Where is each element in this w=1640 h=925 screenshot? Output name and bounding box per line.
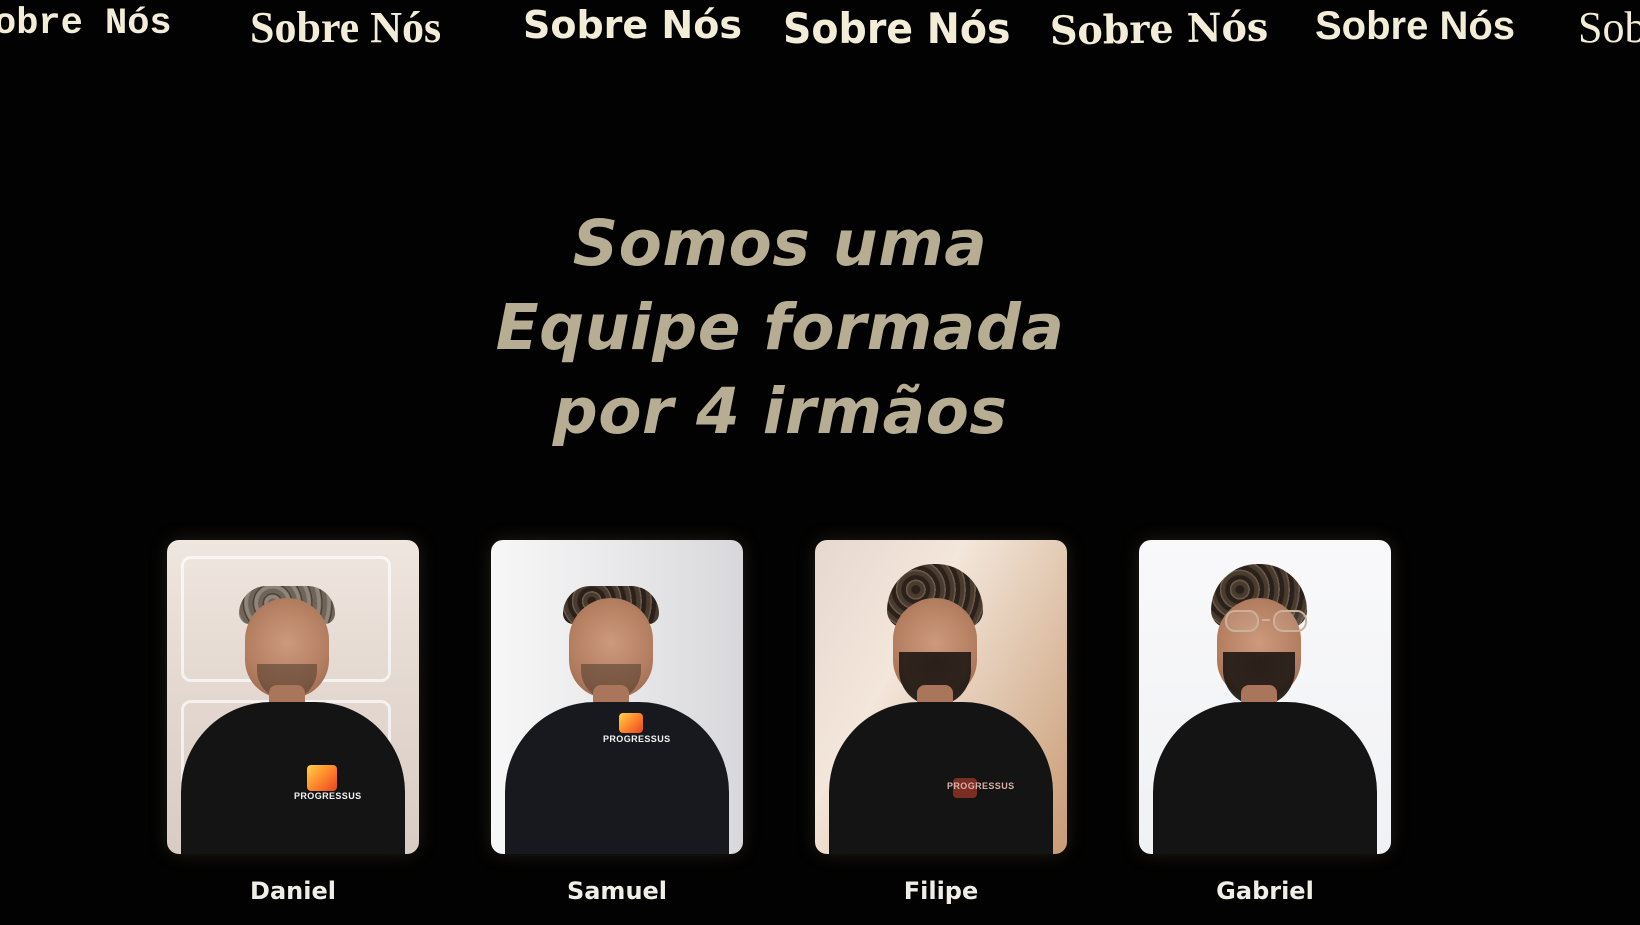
about-marquee: obre Nós Sobre Nós Sobre Nós Sobre Nós S… — [0, 0, 1640, 70]
about-page: obre Nós Sobre Nós Sobre Nós Sobre Nós S… — [0, 0, 1640, 925]
shirt-logo-text: PROGRESSUS — [603, 734, 671, 744]
team-member-card: PROGRESSUS Samuel — [491, 540, 743, 925]
logo-badge-icon — [307, 765, 337, 791]
shirt-logo-text: PROGRESSUS — [294, 791, 362, 801]
portrait-photo-icon: PROGRESSUS — [167, 540, 419, 854]
marquee-item: Sobre Nós — [523, 3, 742, 47]
hero-heading: Somos uma Equipe formada por 4 irmãos — [0, 202, 1560, 454]
portrait-photo-icon — [1139, 540, 1391, 854]
hero-heading-line: Equipe formada — [495, 291, 1065, 365]
marquee-item: Sobre Nós — [250, 3, 442, 52]
portrait-photo-icon: PROGRESSUS — [491, 540, 743, 854]
portrait-photo-icon: PROGRESSUS — [815, 540, 1067, 854]
marquee-item: Sob — [1578, 3, 1640, 52]
shirt-shape — [181, 702, 405, 854]
marquee-item: Sobre Nós — [1315, 4, 1516, 48]
shirt-shape — [829, 702, 1053, 854]
marquee-item: obre Nós — [0, 3, 172, 45]
team-member-name: Gabriel — [1216, 877, 1314, 905]
shirt-shape — [505, 702, 729, 854]
hero-heading-line: Somos uma — [572, 207, 988, 281]
team-member-card: PROGRESSUS Filipe — [815, 540, 1067, 925]
logo-badge-icon — [619, 713, 643, 733]
team-member-name: Samuel — [566, 877, 668, 905]
team-member-name: Filipe — [903, 877, 979, 905]
hero-heading-line: por 4 irmãos — [552, 375, 1008, 449]
marquee-item: Sobre Nós — [783, 4, 1011, 53]
team-gallery: PROGRESSUS Daniel PROGRESSUS Samuel PROG… — [167, 540, 1397, 925]
team-member-card: Gabriel — [1139, 540, 1391, 925]
glasses-icon — [1221, 610, 1311, 636]
team-member-name: Daniel — [250, 877, 336, 905]
shirt-shape — [1153, 702, 1377, 854]
shirt-logo-text: PROGRESSUS — [947, 781, 1015, 791]
team-member-card: PROGRESSUS Daniel — [167, 540, 419, 925]
marquee-item: Sobre Nós — [1049, 3, 1269, 54]
